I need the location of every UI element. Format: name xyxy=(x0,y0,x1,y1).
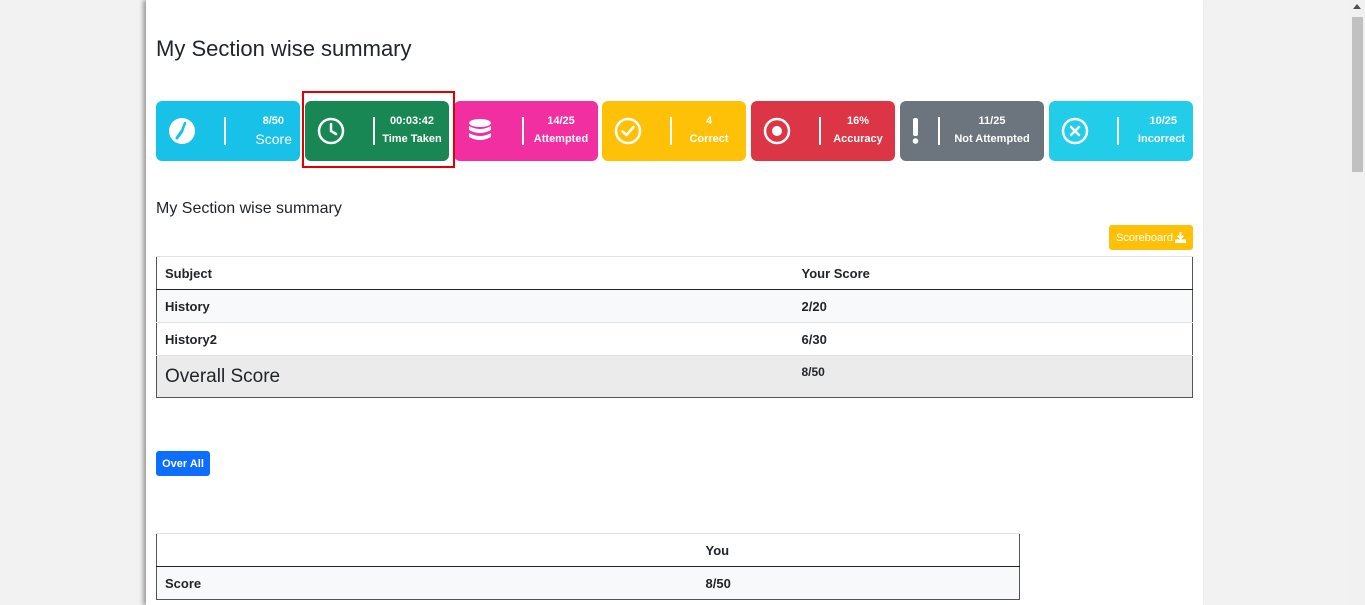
incorrect-card: 10/25 Incorrect xyxy=(1049,101,1193,161)
card-value: 14/25 xyxy=(547,115,575,127)
card-label: Incorrect xyxy=(1137,133,1185,145)
column-header-you: You xyxy=(697,533,1020,567)
card-label: Accuracy xyxy=(833,133,883,145)
target-icon xyxy=(763,117,791,145)
card-separator xyxy=(522,117,524,145)
score-cell: 2/20 xyxy=(793,289,1193,323)
column-header-subject: Subject xyxy=(156,256,794,290)
database-icon xyxy=(469,119,491,140)
scroll-up-arrow-icon[interactable] xyxy=(1353,4,1361,9)
card-value: 10/25 xyxy=(1149,115,1177,127)
card-value: 16% xyxy=(846,115,870,127)
card-separator xyxy=(670,117,672,145)
card-label: Not Attempted xyxy=(954,133,1030,145)
score-cell: 6/30 xyxy=(793,322,1193,356)
download-icon xyxy=(1174,232,1186,243)
vertical-scrollbar[interactable] xyxy=(1350,0,1365,605)
overall-score-value: 8/50 xyxy=(793,355,1193,398)
card-value: 4 xyxy=(705,115,713,127)
table-row: History 2/20 xyxy=(156,289,1193,323)
accuracy-card: 16% Accuracy xyxy=(751,101,895,161)
card-separator xyxy=(938,117,940,145)
subject-cell: History xyxy=(156,289,794,323)
column-header-blank xyxy=(156,533,698,567)
correct-card: 4 Correct xyxy=(602,101,746,161)
exclamation-icon xyxy=(912,118,919,144)
card-separator xyxy=(224,117,226,145)
check-circle-icon xyxy=(614,117,642,145)
card-separator xyxy=(1117,117,1119,145)
scoreboard-label: Scoreboard xyxy=(1116,231,1173,244)
scroll-thumb[interactable] xyxy=(1352,17,1363,172)
card-label: Score xyxy=(255,131,292,147)
card-label: Attempted xyxy=(533,133,589,145)
overall-score-row: Overall Score 8/50 xyxy=(156,355,1193,398)
page-title: My Section wise summary xyxy=(156,36,412,61)
card-separator xyxy=(819,117,821,145)
table-header-row: You xyxy=(156,533,1020,567)
card-value: 11/25 xyxy=(978,115,1006,127)
value-cell: 8/50 xyxy=(697,566,1020,600)
gauge-icon xyxy=(169,118,195,144)
subject-cell: History2 xyxy=(156,322,794,356)
table-header-row: Subject Your Score xyxy=(156,256,1193,290)
section-title: My Section wise summary xyxy=(156,200,342,217)
section-score-table: Subject Your Score History 2/20 History2… xyxy=(156,256,1193,398)
card-value: 8/50 xyxy=(262,115,284,127)
card-label: Correct xyxy=(689,133,729,145)
highlight-box xyxy=(302,91,455,168)
attempted-card: 14/25 Attempted xyxy=(454,101,598,161)
over-all-button[interactable]: Over All xyxy=(156,451,210,476)
score-card: 8/50 Score xyxy=(156,101,300,161)
scoreboard-download-button[interactable]: Scoreboard xyxy=(1109,225,1193,250)
table-row: History2 6/30 xyxy=(156,322,1193,356)
column-header-your-score: Your Score xyxy=(793,256,1193,290)
table-row: Score 8/50 xyxy=(156,566,1020,600)
overall-score-label: Overall Score xyxy=(156,355,794,398)
comparison-table: You Score 8/50 xyxy=(156,533,1020,600)
not-attempted-card: 11/25 Not Attempted xyxy=(900,101,1044,161)
metric-cell: Score xyxy=(156,566,698,600)
x-circle-icon xyxy=(1061,117,1089,145)
